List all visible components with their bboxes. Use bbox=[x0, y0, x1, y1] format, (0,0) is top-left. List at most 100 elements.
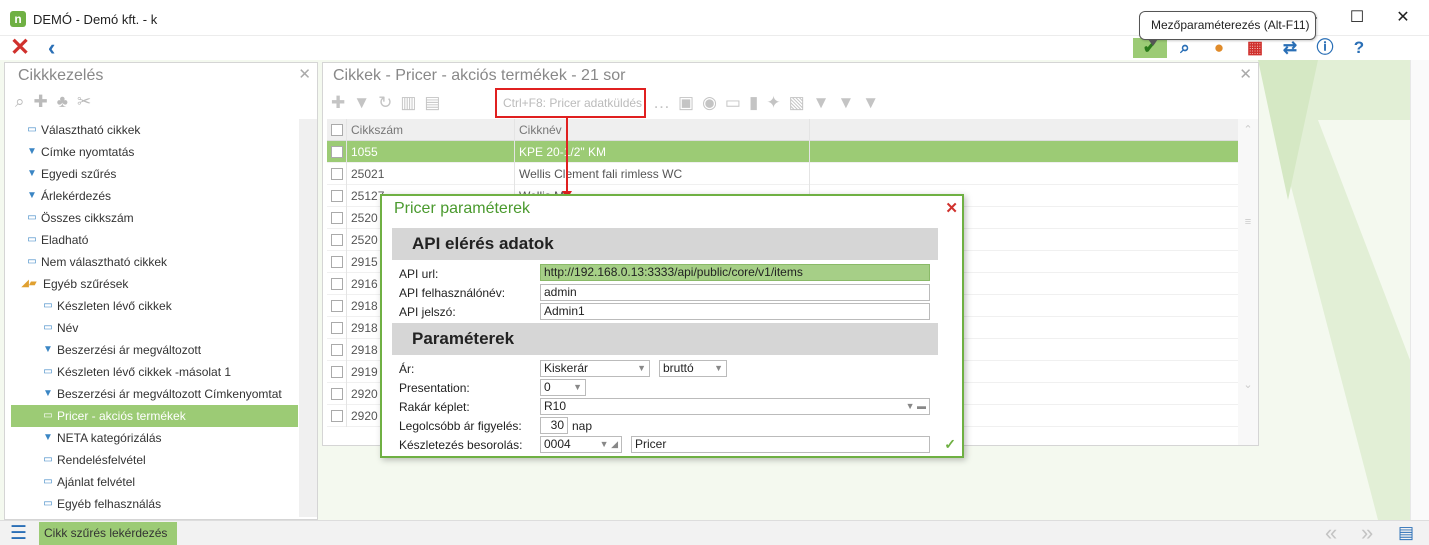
price-select[interactable]: Kiskerár ▼ bbox=[540, 360, 650, 377]
main-panel-close-icon[interactable]: ✕ bbox=[1239, 65, 1252, 83]
excel-icon[interactable]: ▧ bbox=[789, 93, 805, 115]
tree-item[interactable]: ◢▰ Egyéb szűrések bbox=[11, 273, 298, 295]
tree-item[interactable]: ▭ Rendelésfelvétel bbox=[11, 449, 298, 471]
tree-item[interactable]: ▼ Címke nyomtatás bbox=[11, 141, 298, 163]
row-checkbox[interactable] bbox=[327, 207, 347, 229]
refresh-icon[interactable]: ↻ bbox=[378, 93, 392, 115]
filter-b-icon[interactable]: ▼ bbox=[837, 93, 854, 115]
status-tab[interactable]: Cikk szűrés lekérdezés bbox=[39, 522, 177, 545]
tree-item[interactable]: ▼ Egyedi szűrés bbox=[11, 163, 298, 185]
row-checkbox[interactable] bbox=[327, 273, 347, 295]
tree-icon[interactable]: ♣ bbox=[57, 92, 68, 114]
tree-item[interactable]: ▼ Beszerzési ár megváltozott bbox=[11, 339, 298, 361]
stock-code-select[interactable]: 0004 ▼ ◢ bbox=[540, 436, 622, 453]
row-checkbox[interactable] bbox=[327, 339, 347, 361]
tree-item[interactable]: ▭ Név bbox=[11, 317, 298, 339]
tree-item[interactable]: ▭ Összes cikkszám bbox=[11, 207, 298, 229]
tree-item-label: Választható cikkek bbox=[41, 123, 141, 137]
row-checkbox[interactable] bbox=[327, 317, 347, 339]
close-window-button[interactable]: ✕ bbox=[1388, 6, 1418, 30]
tree-item[interactable]: ▭ Ajánlat felvétel bbox=[11, 471, 298, 493]
row-checkbox[interactable] bbox=[327, 405, 347, 427]
document-icon[interactable]: ▤ bbox=[1398, 523, 1414, 543]
presentation-select[interactable]: 0 ▼ bbox=[540, 379, 586, 396]
row-checkbox[interactable] bbox=[327, 383, 347, 405]
tree-item[interactable]: ▼ NETA kategórizálás bbox=[11, 427, 298, 449]
tree-item[interactable]: ▼ Beszerzési ár megváltozott Címkenyomtat bbox=[11, 383, 298, 405]
rakar-select[interactable]: R10 ▼ ▬ bbox=[540, 398, 930, 415]
maximize-button[interactable]: ☐ bbox=[1342, 6, 1372, 30]
cheapest-days-field[interactable]: 30 bbox=[540, 417, 568, 434]
info-icon[interactable]: ⓘ bbox=[1314, 38, 1336, 58]
row-checkbox[interactable] bbox=[327, 251, 347, 273]
api-url-field[interactable]: http://192.168.0.13:3333/api/public/core… bbox=[540, 264, 930, 281]
menu-icon[interactable]: ☰ bbox=[10, 524, 27, 543]
chart-icon[interactable]: ▮ bbox=[749, 93, 758, 115]
monitor-icon: ▭ bbox=[27, 256, 37, 267]
search-icon[interactable]: ⌕ bbox=[15, 92, 25, 114]
confirm-check-icon[interactable]: ✓ bbox=[944, 436, 956, 453]
cell-empty bbox=[810, 141, 1239, 163]
left-panel-close-icon[interactable]: ✕ bbox=[298, 65, 311, 83]
search-icon[interactable]: ⌕ bbox=[1174, 38, 1196, 58]
cell-name[interactable]: KPE 20-1/2" KM bbox=[515, 141, 810, 163]
more-icon[interactable]: … bbox=[653, 93, 670, 115]
tree-item-label: Összes cikkszám bbox=[41, 211, 134, 225]
tree-item[interactable]: ▭ Készleten lévő cikkek bbox=[11, 295, 298, 317]
add-icon[interactable]: ✚ bbox=[34, 92, 48, 114]
pricer-send-button[interactable]: Ctrl+F8: Pricer adatküldés bbox=[495, 88, 646, 118]
back-icon[interactable]: ‹ bbox=[48, 37, 55, 59]
tree-item[interactable]: ▼ Árlekérdezés bbox=[11, 185, 298, 207]
row-checkbox[interactable] bbox=[327, 295, 347, 317]
stock-name-field[interactable]: Pricer bbox=[631, 436, 930, 453]
cell-name[interactable]: Wellis Clement fali rimless WC bbox=[515, 163, 810, 185]
filter-c-icon[interactable]: ▼ bbox=[862, 93, 879, 115]
filter-icon[interactable]: ▼ bbox=[353, 93, 370, 115]
tree-item[interactable]: ▭ Készleten lévő cikkek -másolat 1 bbox=[11, 361, 298, 383]
cell-code[interactable]: 1055 bbox=[347, 141, 515, 163]
table-row[interactable]: 25021 Wellis Clement fali rimless WC bbox=[327, 163, 1239, 185]
select-all-checkbox[interactable] bbox=[327, 119, 347, 141]
row-checkbox[interactable] bbox=[327, 229, 347, 251]
view-icon[interactable]: ◉ bbox=[702, 93, 717, 115]
export-icon[interactable]: ▣ bbox=[678, 93, 694, 115]
window-icon[interactable]: ▭ bbox=[725, 93, 741, 115]
row-checkbox[interactable] bbox=[327, 141, 347, 163]
tooltip: Mezőparaméterezés (Alt-F11) bbox=[1139, 11, 1316, 40]
row-checkbox[interactable] bbox=[327, 361, 347, 383]
swap-icon[interactable]: ⇄ bbox=[1279, 38, 1301, 58]
next-icon[interactable]: » bbox=[1361, 521, 1373, 545]
tree-item[interactable]: ▭ Pricer - akciós termékek bbox=[11, 405, 298, 427]
column-header-name[interactable]: Cikknév bbox=[515, 119, 810, 141]
tree-item[interactable]: ▭ Választható cikkek bbox=[11, 119, 298, 141]
print-icon[interactable]: ▤ bbox=[424, 93, 440, 115]
user-icon[interactable]: ● bbox=[1208, 38, 1230, 58]
row-checkbox[interactable] bbox=[327, 163, 347, 185]
api-user-field[interactable]: admin bbox=[540, 284, 930, 301]
dialog-close-icon[interactable]: ✕ bbox=[945, 199, 958, 217]
pin-icon[interactable]: ✦ bbox=[766, 93, 780, 115]
left-panel-scrollbar[interactable] bbox=[299, 119, 317, 517]
tree-item[interactable]: ▭ Eladható bbox=[11, 229, 298, 251]
column-header-code[interactable]: Cikkszám bbox=[347, 119, 515, 141]
row-checkbox[interactable] bbox=[327, 185, 347, 207]
tools-icon[interactable]: ✂ bbox=[77, 92, 91, 114]
delete-icon[interactable]: ▥ bbox=[400, 93, 416, 115]
window-scrollbar[interactable] bbox=[1410, 60, 1429, 520]
tree-item[interactable]: ▭ Nem választható cikkek bbox=[11, 251, 298, 273]
filter-a-icon[interactable]: ▼ bbox=[813, 93, 830, 115]
table-row[interactable]: 1055 KPE 20-1/2" KM bbox=[327, 141, 1239, 163]
chevron-down-icon: ▼ bbox=[637, 363, 646, 373]
main-toolbar-right: … ▣ ◉ ▭ ▮ ✦ ▧ ▼ ▼ ▼ bbox=[653, 93, 879, 115]
api-pass-field[interactable]: Admin1 bbox=[540, 303, 930, 320]
cell-code[interactable]: 25021 bbox=[347, 163, 515, 185]
add-icon[interactable]: ✚ bbox=[331, 93, 345, 115]
previous-icon[interactable]: « bbox=[1325, 521, 1337, 545]
close-icon[interactable]: ✕ bbox=[10, 36, 30, 60]
gross-select[interactable]: bruttó ▼ bbox=[659, 360, 727, 377]
grid-scrollbar[interactable]: ⌃ ≡ ⌄ bbox=[1238, 119, 1258, 445]
help-icon[interactable]: ? bbox=[1348, 38, 1370, 58]
tree-item[interactable]: ▭ Egyéb felhasználás bbox=[11, 493, 298, 515]
chevron-down-icon: ▼ bbox=[573, 382, 582, 392]
apps-icon[interactable]: ▦ bbox=[1244, 38, 1266, 58]
